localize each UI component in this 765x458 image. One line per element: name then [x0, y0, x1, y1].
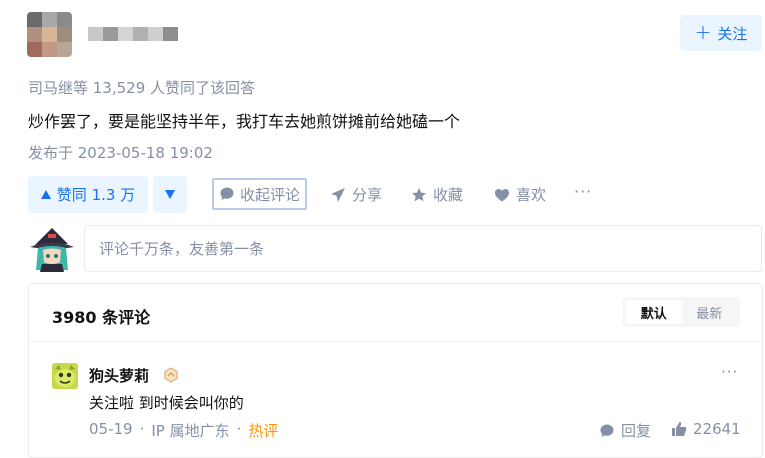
reply-label: 回复: [621, 422, 652, 440]
comment-date: 05-19: [89, 420, 133, 438]
comments-count-title: 3980 条评论: [52, 308, 151, 327]
comment-more-button[interactable]: ···: [721, 363, 738, 381]
comment-text: 关注啦 到时候会叫你的: [89, 394, 244, 412]
meta-separator: ·: [236, 420, 242, 438]
meta-separator: ·: [139, 420, 145, 438]
vote-summary: 司马继等 13,529 人赞同了该回答: [28, 79, 256, 97]
reply-button[interactable]: 回复: [599, 420, 651, 441]
publish-time: 发布于 2023-05-18 19:02: [28, 144, 213, 162]
share-label: 分享: [352, 186, 383, 204]
answer-content: 炒作罢了，要是能坚持半年，我打车去她煎饼摊前给她磕一个: [28, 112, 461, 131]
reply-bubble-icon: [600, 424, 614, 437]
current-user-avatar: [28, 226, 76, 272]
like-answer-button[interactable]: 喜欢: [494, 176, 546, 213]
commenter-name[interactable]: 狗头萝莉: [89, 365, 149, 386]
author-name-blurred[interactable]: [88, 27, 178, 41]
sort-latest-option[interactable]: 最新: [682, 300, 738, 324]
author-avatar[interactable]: [27, 12, 72, 57]
like-answer-label: 喜欢: [516, 186, 547, 204]
level-badge-icon: [163, 367, 179, 383]
heart-icon: [495, 188, 509, 201]
comment-like-button[interactable]: 22641: [671, 420, 741, 438]
favorite-button[interactable]: 收藏: [411, 176, 463, 213]
follow-label: 关注: [717, 24, 748, 43]
like-count: 22641: [693, 420, 741, 438]
paper-plane-icon: [331, 187, 345, 202]
panel-divider: [29, 341, 762, 342]
star-icon: [412, 187, 426, 201]
upvote-button[interactable]: 赞同 1.3 万: [28, 176, 148, 213]
comment-location: IP 属地广东: [151, 422, 230, 440]
triangle-down-icon: [165, 190, 175, 199]
hot-comment-tag: 热评: [248, 422, 279, 440]
comment-sort-toggle: 默认 最新: [623, 297, 740, 327]
comment-input-placeholder: 评论千万条，友善第一条: [99, 240, 265, 258]
share-button[interactable]: 分享: [330, 176, 382, 213]
upvote-label: 赞同 1.3 万: [56, 186, 136, 204]
collapse-comments-button[interactable]: 收起评论: [212, 178, 308, 210]
triangle-up-icon: [40, 190, 51, 199]
more-actions-button[interactable]: ···: [574, 182, 592, 201]
comment-bubble-icon: [220, 187, 234, 200]
sort-default-option[interactable]: 默认: [626, 300, 682, 324]
comment-input[interactable]: 评论千万条，友善第一条: [84, 225, 762, 272]
thumbs-up-icon: [672, 422, 687, 436]
collapse-comments-label: 收起评论: [240, 185, 301, 204]
commenter-avatar[interactable]: [52, 363, 78, 389]
favorite-label: 收藏: [433, 186, 464, 204]
follow-button[interactable]: + 关注: [680, 15, 762, 51]
comment-meta: 05-19 · IP 属地广东 · 热评: [89, 420, 278, 441]
downvote-button[interactable]: [153, 176, 187, 213]
plus-icon: +: [694, 20, 712, 44]
